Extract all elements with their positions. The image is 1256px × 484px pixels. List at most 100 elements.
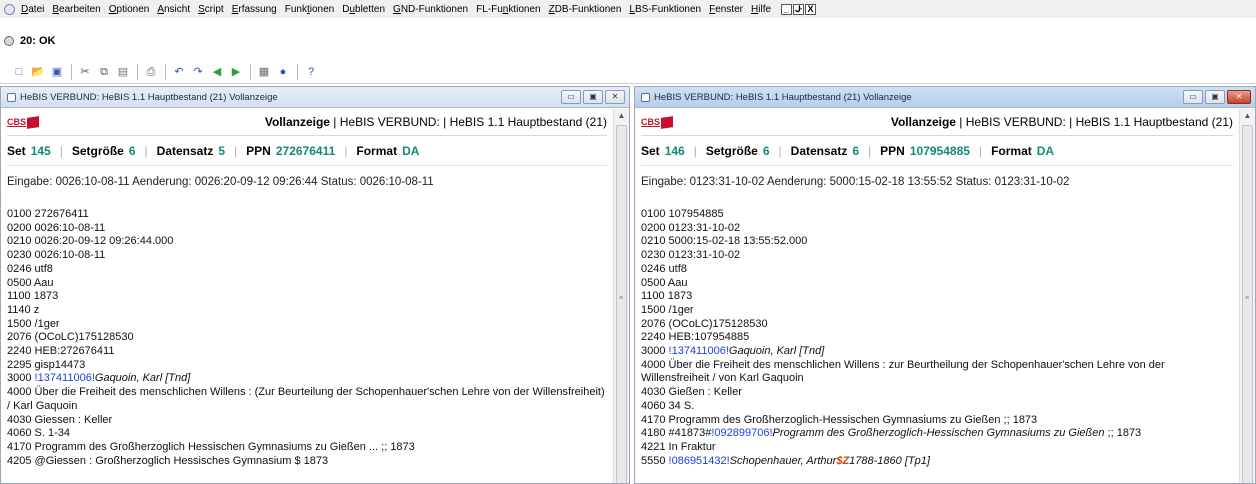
record-icon[interactable]: ▦ xyxy=(257,65,271,79)
field-line: 0100 107954885 xyxy=(641,208,1233,222)
menu-item[interactable]: LBS-Funktionen xyxy=(629,4,701,15)
close-button[interactable]: ✕ xyxy=(605,90,625,104)
app-close-button[interactable]: X xyxy=(805,3,817,15)
status-line: 20: OK xyxy=(0,30,1256,52)
redo-icon[interactable]: ↷ xyxy=(191,65,205,79)
scroll-thumb[interactable] xyxy=(616,125,627,483)
field-segment: 3000 xyxy=(7,372,35,385)
menu-item[interactable]: Bearbeiten xyxy=(52,4,100,15)
grip-icon: ≡ xyxy=(619,295,624,302)
field-segment: 1788-1860 [Tp1] xyxy=(849,454,930,467)
field-line: 0200 0026:10-08-11 xyxy=(7,222,607,236)
undo-icon[interactable]: ↶ xyxy=(172,65,186,79)
format-value: DA xyxy=(1036,143,1055,158)
record-number: 6 xyxy=(852,143,860,158)
field-segment: 4000 Über die Freiheit des menschlichen … xyxy=(641,358,1165,385)
cut-icon[interactable]: ✂ xyxy=(78,65,92,79)
format-value: DA xyxy=(402,143,420,158)
menu-item[interactable]: Optionen xyxy=(109,4,150,15)
field-segment: 1500 /1ger xyxy=(641,303,694,316)
window-titlebar[interactable]: HeBIS VERBUND: HeBIS 1.1 Hauptbestand (2… xyxy=(635,87,1255,108)
field-segment: 0500 Aau xyxy=(7,276,54,289)
print-icon[interactable]: ⎙ xyxy=(144,65,158,79)
set-size: 6 xyxy=(762,143,770,158)
field-segment: ;; 1873 xyxy=(1104,427,1142,440)
field-segment: 1140 z xyxy=(7,303,40,316)
scroll-up-icon[interactable]: ▲ xyxy=(614,109,629,123)
toolbar-separator xyxy=(71,63,72,80)
menu-item[interactable]: Funktionen xyxy=(285,4,334,15)
app-minimize-button[interactable]: _ xyxy=(781,3,793,15)
copy-icon[interactable]: ⧉ xyxy=(97,65,111,79)
minimize-button[interactable]: ▭ xyxy=(561,90,581,104)
menu-item[interactable]: Dubletten xyxy=(342,4,385,15)
menu-item[interactable]: Erfassung xyxy=(232,4,277,15)
field-line: 0500 Aau xyxy=(641,277,1233,291)
vertical-scrollbar[interactable]: ▲ ≡ xyxy=(1239,109,1255,483)
field-segment: 4170 Programm des Großherzoglich-Hessisc… xyxy=(641,413,1038,426)
record-window-right[interactable]: HeBIS VERBUND: HeBIS 1.1 Hauptbestand (2… xyxy=(634,86,1256,484)
field-segment: 3000 xyxy=(641,345,669,358)
field-line: 0210 0026:20-09-12 09:26:44.000 xyxy=(7,235,607,249)
menu-item[interactable]: Hilfe xyxy=(751,4,771,15)
forward-icon[interactable]: ▶ xyxy=(229,65,243,79)
record-window-left[interactable]: HeBIS VERBUND: HeBIS 1.1 Hauptbestand (2… xyxy=(0,86,630,484)
cbs-logo: CBS xyxy=(7,115,40,129)
field-line: 1500 /1ger xyxy=(7,318,607,332)
toolbar-separator xyxy=(137,63,138,80)
field-line: 4170 Programm des Großherzoglich Hessisc… xyxy=(7,441,607,455)
field-line: 4060 34 S. xyxy=(641,400,1233,414)
field-segment: 4000 Über die Freiheit des menschlichen … xyxy=(7,386,605,412)
window-titlebar[interactable]: HeBIS VERBUND: HeBIS 1.1 Hauptbestand (2… xyxy=(1,87,629,108)
new-icon[interactable]: □ xyxy=(12,65,26,79)
linked-authority-ppn[interactable]: !092899706! xyxy=(711,427,772,439)
field-segment: 4060 34 S. xyxy=(641,399,695,412)
minimize-button[interactable]: ▭ xyxy=(1183,90,1203,104)
info-icon[interactable]: ● xyxy=(276,65,290,79)
field-segment: 4060 S. 1-34 xyxy=(7,427,70,440)
record-fields: 0100 107954885 0200 0123:31-10-02 0210 500… xyxy=(641,208,1233,468)
field-line: 0230 0123:31-10-02 xyxy=(641,249,1233,263)
field-segment: 4030 Giessen : Keller xyxy=(7,413,113,426)
field-segment: 2240 HEB:107954885 xyxy=(641,331,750,344)
scroll-up-icon[interactable]: ▲ xyxy=(1240,109,1255,123)
field-line: 4000 Über die Freiheit des menschlichen … xyxy=(641,359,1233,386)
field-segment: Programm des Großherzoglich-Hessischen G… xyxy=(772,427,1105,440)
scroll-thumb[interactable] xyxy=(1242,125,1253,483)
app-restore-button[interactable]: ᒙ xyxy=(793,3,805,15)
view-title: Vollanzeige | HeBIS VERBUND: | HeBIS 1.1… xyxy=(890,115,1233,129)
field-line: 1100 1873 xyxy=(641,290,1233,304)
field-segment: 0500 Aau xyxy=(641,276,688,289)
view-title: Vollanzeige | HeBIS VERBUND: | HeBIS 1.1… xyxy=(264,115,607,129)
menu-item[interactable]: Script xyxy=(198,4,224,15)
paste-icon[interactable]: ▤ xyxy=(116,65,130,79)
menu-item[interactable]: FL-Funktionen xyxy=(476,4,540,15)
maximize-button[interactable]: ▣ xyxy=(583,90,603,104)
toolbar: □ 📂 ▣ ✂ ⧉ ▤ ⎙ ↶ ↷ ◀ ▶ ▦ ●? xyxy=(0,60,1256,84)
menu-item[interactable]: Fenster xyxy=(709,4,743,15)
document-icon xyxy=(641,92,650,102)
field-segment: 0230 0123:31-10-02 xyxy=(641,249,741,262)
field-segment: 2076 (OCoLC)175128530 xyxy=(7,331,134,344)
linked-authority-ppn[interactable]: !137411006! xyxy=(669,345,729,357)
field-segment: 0246 utf8 xyxy=(641,262,687,275)
menu-item[interactable]: Ansicht xyxy=(157,4,190,15)
toolbar-separator xyxy=(297,63,298,80)
back-icon[interactable]: ◀ xyxy=(210,65,224,79)
field-segment: Gaquoin, Karl [Tnd] xyxy=(728,345,825,358)
open-icon[interactable]: 📂 xyxy=(31,65,45,79)
close-button[interactable]: ✕ xyxy=(1227,90,1251,104)
maximize-button[interactable]: ▣ xyxy=(1205,90,1225,104)
save-icon[interactable]: ▣ xyxy=(50,65,64,79)
vertical-scrollbar[interactable]: ▲ ≡ xyxy=(613,109,629,483)
menu-item[interactable]: Datei xyxy=(21,4,44,15)
field-line: 0210 5000:15-02-18 13:55:52.000 xyxy=(641,235,1233,249)
linked-authority-ppn[interactable]: !137411006! xyxy=(35,372,95,384)
field-segment: 0230 0026:10-08-11 xyxy=(7,249,106,262)
cbs-logo: CBS xyxy=(641,115,674,129)
menu-item[interactable]: GND-Funktionen xyxy=(393,4,468,15)
field-segment: $Z xyxy=(836,454,850,467)
help-icon[interactable]: ? xyxy=(304,65,318,79)
linked-authority-ppn[interactable]: !086951432! xyxy=(669,455,730,467)
menu-item[interactable]: ZDB-Funktionen xyxy=(549,4,622,15)
